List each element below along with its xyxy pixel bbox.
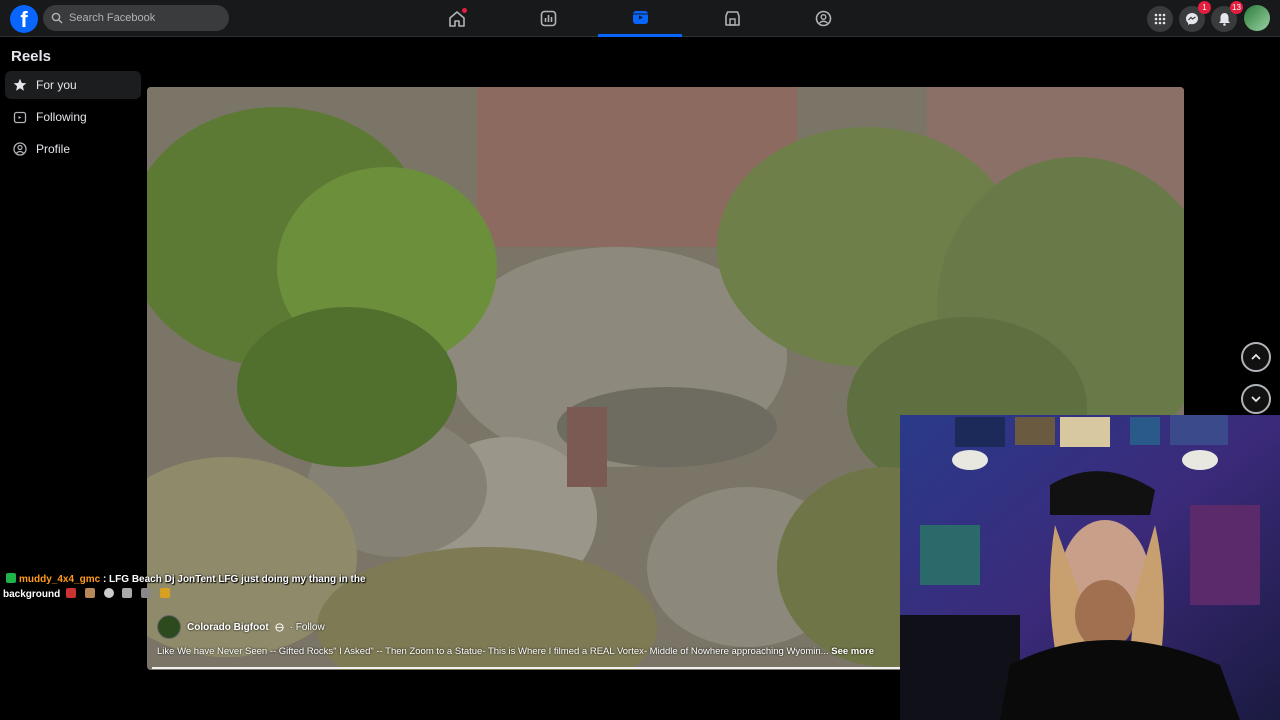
sidebar-item-profile[interactable]: Profile (5, 135, 141, 163)
home-notification-dot (462, 8, 467, 13)
sidebar-item-for-you[interactable]: For you (5, 71, 141, 99)
facebook-logo[interactable]: f (10, 5, 38, 33)
nav-reels[interactable] (598, 0, 682, 37)
emote-icon (103, 588, 114, 598)
chevron-up-icon (1251, 353, 1261, 360)
emote-icon (122, 588, 133, 598)
messenger-badge: 1 (1198, 1, 1211, 14)
bell-icon (1218, 13, 1230, 26)
follow-button[interactable]: · Follow (290, 622, 325, 633)
reel-author-row: Colorado Bigfoot · Follow (157, 615, 325, 639)
stats-icon (540, 10, 556, 27)
notifications-button[interactable]: 13 (1211, 1, 1243, 32)
chat-username: muddy_4x4_gmc (19, 574, 101, 585)
reel-caption: Like We have Never Seen -- Gifted Rocks"… (157, 646, 902, 657)
globe-icon (275, 622, 284, 632)
emote-icon (141, 588, 152, 598)
streamer-webcam-overlay (900, 415, 1280, 720)
caption-text: Like We have Never Seen -- Gifted Rocks"… (157, 646, 829, 657)
previous-reel-button[interactable] (1241, 342, 1271, 372)
next-reel-button[interactable] (1241, 384, 1271, 414)
sidebar-item-label: Profile (36, 142, 71, 156)
chevron-down-icon (1251, 396, 1261, 403)
top-navigation-bar: f 1 13 (0, 0, 1280, 37)
emote-icon (159, 588, 170, 598)
webcam-frame (900, 415, 1280, 720)
author-name[interactable]: Colorado Bigfoot (187, 622, 269, 633)
chat-message-line-1: : LFG Beach Dj JonTent LFG just doing my… (102, 574, 366, 585)
reels-sidebar: Reels For you Following Profile (0, 38, 145, 720)
marketplace-icon (724, 11, 740, 26)
moderator-badge-icon (6, 573, 16, 583)
sidebar-item-label: For you (36, 78, 77, 92)
see-more-link[interactable]: See more (831, 646, 874, 657)
following-icon (13, 111, 27, 124)
groups-icon (815, 10, 831, 27)
account-avatar[interactable] (1244, 5, 1270, 31)
grid-menu-icon (1154, 13, 1166, 25)
sidebar-item-label: Following (36, 110, 87, 124)
reels-video-icon (632, 10, 648, 24)
menu-button[interactable] (1147, 6, 1173, 32)
video-progress-bar[interactable] (152, 667, 900, 669)
nav-stats[interactable] (506, 0, 590, 37)
search-box[interactable] (43, 5, 229, 31)
emote-icon (66, 588, 77, 598)
notifications-badge: 13 (1230, 1, 1243, 14)
emote-icon (84, 588, 95, 598)
search-icon (51, 12, 63, 24)
chat-message-line-2: background (3, 589, 61, 600)
nav-home[interactable] (415, 0, 499, 37)
nav-marketplace[interactable] (690, 0, 774, 37)
page-title: Reels (11, 48, 52, 65)
sidebar-item-following[interactable]: Following (5, 103, 141, 131)
profile-icon (13, 142, 27, 156)
search-input[interactable] (69, 12, 219, 24)
nav-groups[interactable] (781, 0, 865, 37)
star-icon (13, 78, 27, 91)
messenger-button[interactable]: 1 (1179, 1, 1211, 32)
messenger-icon (1186, 13, 1198, 25)
stream-chat-message: muddy_4x4_gmc : LFG Beach Dj JonTent LFG… (3, 572, 383, 602)
author-avatar[interactable] (157, 615, 181, 639)
